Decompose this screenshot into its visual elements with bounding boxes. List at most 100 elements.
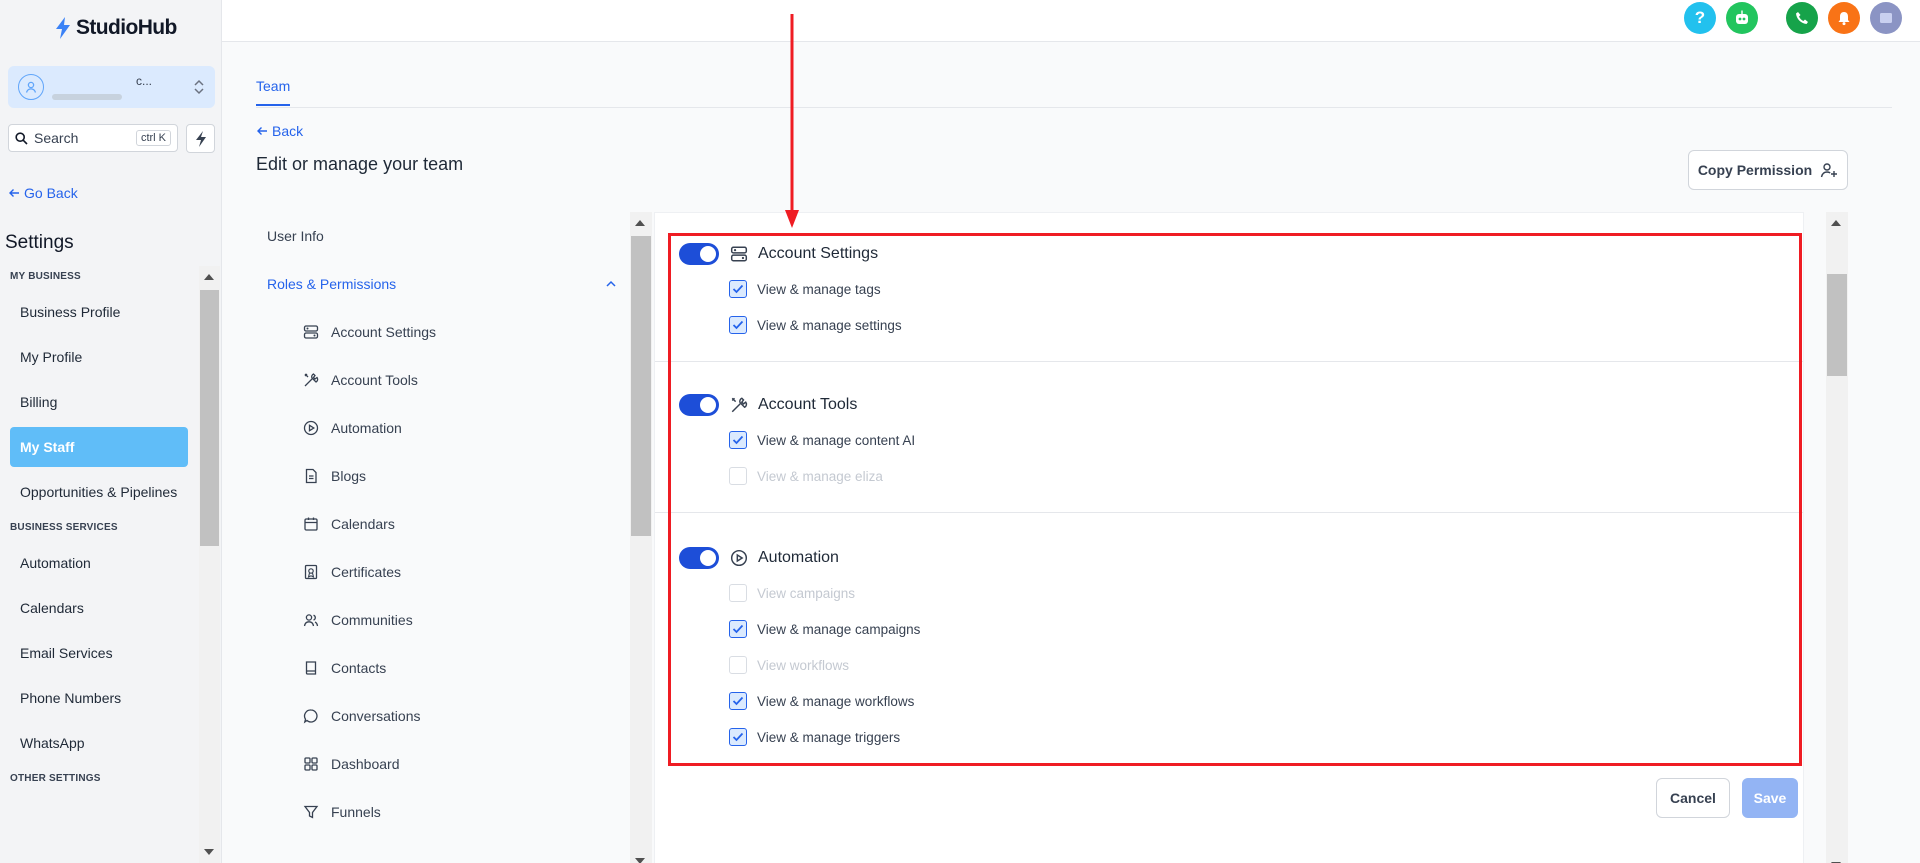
subnav-contacts-label: Contacts [331, 660, 387, 676]
copy-permission-label: Copy Permission [1697, 162, 1813, 178]
subnav-user-info[interactable]: User Info [267, 212, 617, 260]
perm-label: View & manage triggers [757, 729, 901, 745]
checkbox-checked-icon[interactable] [729, 280, 747, 298]
checkbox-checked-icon[interactable] [729, 728, 747, 746]
subnav-calendars[interactable]: Calendars [267, 500, 617, 548]
checkbox-checked-icon[interactable] [729, 620, 747, 638]
perm-view-manage-tags[interactable]: View & manage tags [679, 271, 1787, 307]
checkbox-checked-icon[interactable] [729, 316, 747, 334]
top-bar: ? [222, 0, 1920, 42]
account-tools-toggle[interactable] [679, 394, 719, 416]
subnav-scroll-thumb[interactable] [631, 236, 651, 536]
chat-icon [303, 709, 318, 724]
tools-icon [731, 397, 748, 413]
sidebar-item-my-staff[interactable]: My Staff [10, 427, 188, 467]
back-link[interactable]: Back [256, 123, 303, 139]
perm-view-manage-workflows[interactable]: View & manage workflows [679, 683, 1787, 719]
scroll-up-arrow-icon[interactable] [1831, 220, 1841, 226]
avatar-icon[interactable] [1870, 2, 1902, 34]
group-header: Account Tools [679, 378, 1787, 422]
subnav-certificates-label: Certificates [331, 564, 402, 580]
sidebar-item-opportunities-pipelines[interactable]: Opportunities & Pipelines [10, 472, 188, 512]
permissions-scroll-thumb[interactable] [1827, 274, 1847, 376]
scroll-up-arrow-icon[interactable] [635, 220, 645, 226]
bell-icon[interactable] [1828, 2, 1860, 34]
help-icon[interactable]: ? [1684, 2, 1716, 34]
subnav-contacts[interactable]: Contacts [267, 644, 617, 692]
perm-view-manage-content-ai[interactable]: View & manage content AI [679, 422, 1787, 458]
sidebar-item-calendars[interactable]: Calendars [10, 588, 188, 628]
chevron-updown-icon [194, 79, 204, 95]
go-back-link[interactable]: Go Back [8, 185, 78, 201]
cancel-button[interactable]: Cancel [1656, 778, 1730, 818]
perm-group-account-settings: Account Settings View & manage tags View… [655, 213, 1803, 362]
perm-label: View campaigns [757, 585, 856, 601]
search-label: Search [34, 130, 79, 146]
subnav-dashboard[interactable]: Dashboard [267, 740, 617, 788]
checkbox-checked-icon[interactable] [729, 431, 747, 449]
sidebar-search[interactable]: Search ctrl K [8, 124, 178, 152]
subnav-blogs[interactable]: Blogs [267, 452, 617, 500]
account-avatar-icon [18, 74, 44, 100]
account-address-redacted [52, 94, 122, 100]
save-button[interactable]: Save [1742, 778, 1798, 818]
scroll-down-arrow-icon[interactable] [204, 849, 214, 855]
automation-toggle[interactable] [679, 547, 719, 569]
search-icon [15, 131, 28, 145]
account-name-text: c... [136, 74, 153, 88]
robot-glyph-icon [1736, 10, 1748, 24]
section-label-my-business: MY BUSINESS [10, 271, 81, 282]
subnav-certificates[interactable]: Certificates [267, 548, 617, 596]
subnav-automation[interactable]: Automation [267, 404, 617, 452]
phone-icon[interactable] [1786, 2, 1818, 34]
page-title: Edit or manage your team [256, 154, 464, 174]
calendar-icon [304, 517, 318, 531]
sidebar-item-phone-numbers[interactable]: Phone Numbers [10, 678, 188, 718]
subnav-automation-label: Automation [331, 420, 402, 436]
subnav-conversations[interactable]: Conversations [267, 692, 617, 740]
subnav-account-tools[interactable]: Account Tools [267, 356, 617, 404]
perm-view-campaigns: View campaigns [679, 575, 1787, 611]
subnav-calendars-label: Calendars [331, 516, 395, 532]
perm-view-manage-campaigns[interactable]: View & manage campaigns [679, 611, 1787, 647]
perm-view-workflows: View workflows [679, 647, 1787, 683]
sidebar-item-email-services[interactable]: Email Services [10, 633, 188, 673]
sidebar-item-my-profile[interactable]: My Profile [10, 337, 188, 377]
user-plus-icon [1821, 163, 1838, 178]
sidebar-item-business-profile[interactable]: Business Profile [10, 292, 188, 332]
account-switcher[interactable]: c... [8, 66, 215, 108]
group-title: Account Settings [758, 245, 879, 262]
subnav-funnels-label: Funnels [331, 804, 381, 820]
main-content: Team Back Edit or manage your team Copy … [222, 42, 1920, 863]
perm-view-manage-eliza: View & manage eliza [679, 458, 1787, 494]
sidebar-item-billing[interactable]: Billing [10, 382, 188, 422]
checkbox-checked-icon[interactable] [729, 692, 747, 710]
play-circle-icon [303, 420, 319, 436]
perm-label: View & manage tags [757, 281, 881, 297]
tools-icon [304, 373, 319, 387]
perm-view-manage-settings[interactable]: View & manage settings [679, 307, 1787, 343]
subnav-blogs-label: Blogs [331, 468, 367, 484]
permissions-scrollbar[interactable] [1826, 212, 1848, 863]
subnav-communities[interactable]: Communities [267, 596, 617, 644]
perm-view-manage-triggers[interactable]: View & manage triggers [679, 719, 1787, 755]
account-settings-toggle[interactable] [679, 243, 719, 265]
app-logo[interactable]: StudioHub [54, 16, 177, 40]
sidebar-scrollbar[interactable] [199, 266, 220, 863]
scroll-down-arrow-icon[interactable] [635, 858, 645, 863]
subnav-roles-permissions[interactable]: Roles & Permissions [267, 260, 617, 308]
perm-label: View & manage workflows [757, 693, 915, 709]
sidebar-item-whatsapp[interactable]: WhatsApp [10, 723, 188, 763]
subnav-account-settings[interactable]: Account Settings [267, 308, 617, 356]
document-icon [305, 468, 317, 484]
perm-label: View & manage campaigns [757, 621, 921, 637]
scroll-up-arrow-icon[interactable] [204, 274, 214, 280]
tab-team[interactable]: Team [256, 78, 291, 106]
bot-icon[interactable] [1726, 2, 1758, 34]
sidebar-scroll-thumb[interactable] [200, 290, 219, 546]
quick-actions-button[interactable] [186, 124, 215, 153]
subnav-funnels[interactable]: Funnels [267, 788, 617, 836]
subnav-scrollbar[interactable] [630, 212, 652, 863]
sidebar-item-automation[interactable]: Automation [10, 543, 188, 583]
copy-permission-button[interactable]: Copy Permission [1688, 150, 1848, 190]
